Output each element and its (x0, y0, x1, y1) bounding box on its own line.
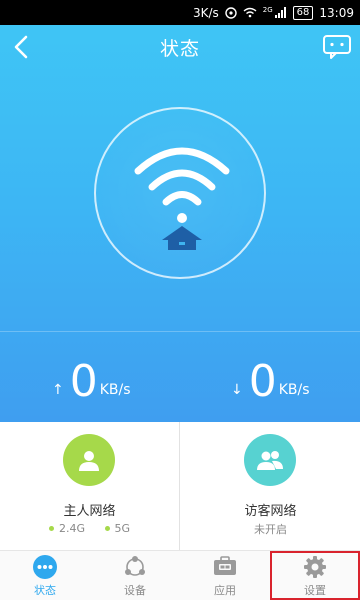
download-value: 0 (248, 356, 277, 407)
band-24g: 2.4G (58, 522, 85, 535)
battery-level: 68 (292, 5, 314, 20)
dots-icon (33, 555, 57, 579)
back-arrow-icon[interactable] (8, 33, 36, 61)
upload-arrow-icon: ↑ (52, 382, 64, 398)
gear-icon (303, 555, 327, 579)
status-hero: 状态 ↑ 0 KB/s ↓ 0 KB/s (0, 25, 360, 422)
divider-line (0, 331, 360, 332)
chat-bubble-icon[interactable] (322, 34, 352, 60)
tab-settings-label: 设置 (304, 584, 326, 597)
router-status-ring (94, 107, 266, 279)
signal-icon (274, 7, 287, 18)
tab-apps-label: 应用 (214, 584, 236, 597)
home-icon (162, 226, 202, 250)
tab-apps[interactable]: 应用 (180, 551, 270, 600)
tab-devices-label: 设备 (124, 584, 146, 597)
hotspot-icon (225, 6, 237, 19)
download-speed: ↓ 0 KB/s (231, 358, 310, 404)
tab-settings[interactable]: 设置 (270, 551, 360, 600)
bottom-tab-bar: 状态 设备 应用 设置 (0, 550, 360, 600)
nav-bar: 状态 (0, 25, 360, 69)
network-cards: 主人网络 2.4G 5G 访客网络 未开启 (0, 422, 360, 550)
network-type: 2G (262, 5, 273, 14)
tab-status[interactable]: 状态 (0, 551, 90, 600)
upload-speed: ↑ 0 KB/s (52, 358, 131, 404)
status-bar: 3K/s 2G 68 13:09 (0, 0, 360, 25)
tab-devices[interactable]: 设备 (90, 551, 180, 600)
guest-network-title: 访客网络 (244, 504, 297, 519)
band-5g: 5G (114, 522, 131, 535)
upload-value: 0 (69, 356, 98, 407)
guest-users-icon (244, 434, 296, 486)
host-network-card[interactable]: 主人网络 2.4G 5G (0, 422, 179, 550)
download-unit: KB/s (278, 382, 310, 398)
devices-icon (123, 555, 147, 579)
band-dot-icon (48, 526, 54, 531)
host-network-title: 主人网络 (63, 504, 116, 519)
tp-app-icon (213, 555, 237, 579)
upload-unit: KB/s (99, 382, 131, 398)
band-dot-icon (104, 526, 110, 531)
download-arrow-icon: ↓ (231, 382, 243, 398)
clock: 13:09 (319, 5, 354, 20)
guest-network-card[interactable]: 访客网络 未开启 (181, 422, 360, 550)
host-user-icon (63, 434, 115, 486)
wifi-icon (134, 147, 230, 223)
page-title: 状态 (159, 37, 200, 60)
card-divider (179, 422, 180, 550)
guest-status: 未开启 (254, 523, 287, 536)
network-speed: 3K/s (192, 5, 219, 20)
host-bands: 2.4G 5G (0, 521, 179, 535)
wifi-status-icon (243, 7, 257, 18)
tab-status-label: 状态 (34, 584, 56, 597)
